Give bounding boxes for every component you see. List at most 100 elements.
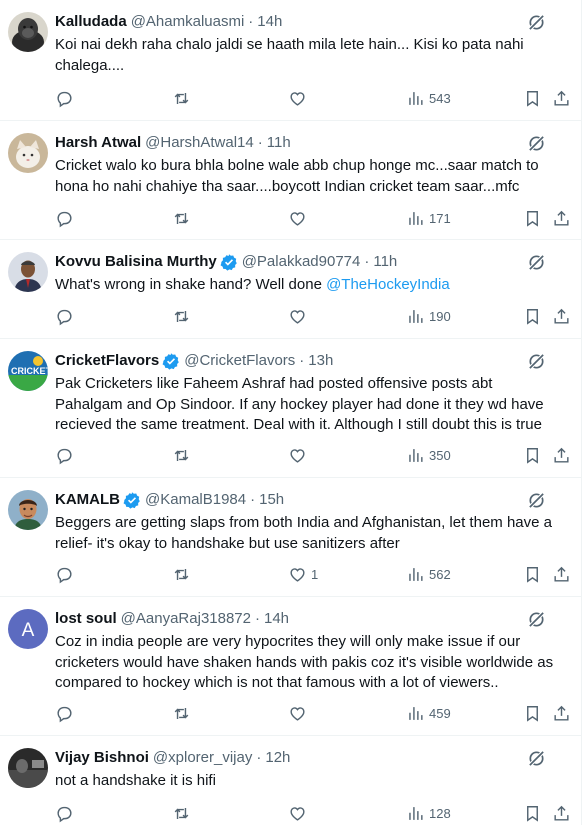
view-count: 459	[429, 705, 451, 721]
display-name[interactable]: Kovvu Balisina Murthy	[55, 252, 217, 272]
grok-icon[interactable]	[527, 352, 546, 371]
tweet[interactable]: CRICKET CricketFlavors @CricketFlavors ·…	[0, 339, 582, 478]
reply-button[interactable]	[55, 305, 74, 327]
tweet-text: Coz in india people are very hypocrites …	[55, 632, 575, 694]
avatar[interactable]	[8, 133, 48, 173]
display-name[interactable]: lost soul	[55, 609, 117, 629]
views-icon	[409, 309, 423, 323]
views-button[interactable]: 190	[406, 305, 451, 327]
share-button[interactable]	[552, 207, 571, 229]
display-name[interactable]: Harsh Atwal	[55, 133, 141, 153]
like-button[interactable]	[288, 305, 311, 327]
repost-button[interactable]	[172, 563, 191, 585]
views-button[interactable]: 543	[406, 87, 451, 109]
avatar[interactable]	[8, 748, 48, 788]
bookmark-button[interactable]	[523, 87, 542, 109]
mention-link[interactable]: @TheHockeyIndia	[326, 276, 450, 293]
verified-badge-icon	[220, 254, 237, 271]
views-button[interactable]: 128	[406, 802, 451, 824]
tweet[interactable]: A lost soul @AanyaRaj318872 · 14h Coz in…	[0, 597, 582, 736]
avatar[interactable]	[8, 252, 48, 292]
views-button[interactable]: 350	[406, 444, 451, 466]
grok-icon[interactable]	[527, 13, 546, 32]
display-name[interactable]: CricketFlavors	[55, 351, 159, 371]
timestamp[interactable]: 11h	[373, 252, 397, 272]
reply-button[interactable]	[55, 802, 74, 824]
repost-button[interactable]	[172, 702, 191, 724]
handle[interactable]: @KamalB1984	[145, 490, 246, 510]
reply-button[interactable]	[55, 444, 74, 466]
repost-button[interactable]	[172, 207, 191, 229]
avatar[interactable]	[8, 12, 48, 52]
grok-icon[interactable]	[527, 749, 546, 768]
man-suit-avatar-image	[8, 252, 48, 292]
bookmark-button[interactable]	[523, 305, 542, 327]
tweet[interactable]: Vijay Bishnoi @xplorer_vijay · 12h not a…	[0, 736, 582, 825]
timestamp[interactable]: 14h	[257, 12, 282, 32]
timestamp[interactable]: 13h	[308, 351, 333, 371]
tweet[interactable]: KAMALB @KamalB1984 · 15h Beggers are get…	[0, 478, 582, 597]
like-button[interactable]: 1	[288, 563, 318, 585]
handle[interactable]: @AanyaRaj318872	[121, 609, 251, 629]
like-button[interactable]	[288, 702, 311, 724]
repost-button[interactable]	[172, 802, 191, 824]
bookmark-button[interactable]	[523, 563, 542, 585]
views-button[interactable]: 171	[406, 207, 451, 229]
display-name[interactable]: KAMALB	[55, 490, 120, 510]
views-button[interactable]: 459	[406, 702, 451, 724]
display-name[interactable]: Kalludada	[55, 12, 127, 32]
avatar[interactable]	[8, 490, 48, 530]
share-button[interactable]	[552, 563, 571, 585]
like-button[interactable]	[288, 444, 311, 466]
grok-icon[interactable]	[527, 491, 546, 510]
reply-button[interactable]	[55, 563, 74, 585]
handle[interactable]: @Palakkad90774	[242, 252, 361, 272]
tweet-text-line: Pahalgam and Op Sindoor. If any hockey p…	[55, 395, 544, 413]
share-button[interactable]	[552, 87, 571, 109]
tweet-text-line: Coz in india people are very hypocrites …	[55, 633, 521, 650]
reply-icon	[57, 448, 72, 464]
tweet[interactable]: Kovvu Balisina Murthy @Palakkad90774 · 1…	[0, 240, 582, 339]
handle[interactable]: @xplorer_vijay	[153, 748, 252, 768]
bookmark-button[interactable]	[523, 207, 542, 229]
repost-button[interactable]	[172, 444, 191, 466]
handle[interactable]: @HarshAtwal14	[145, 133, 254, 153]
reply-button[interactable]	[55, 702, 74, 724]
avatar[interactable]: CRICKET	[8, 351, 48, 391]
handle[interactable]: @CricketFlavors	[184, 351, 295, 371]
avatar[interactable]: A	[8, 609, 48, 649]
share-button[interactable]	[552, 702, 571, 724]
cat-avatar-image	[8, 133, 48, 173]
tweet[interactable]: Harsh Atwal @HarshAtwal14 · 11h Cricket …	[0, 121, 582, 240]
timestamp[interactable]: 14h	[264, 609, 289, 629]
grok-icon[interactable]	[527, 253, 546, 272]
tweet-actions: 171	[55, 207, 582, 229]
display-name[interactable]: Vijay Bishnoi	[55, 748, 149, 768]
grok-icon[interactable]	[527, 134, 546, 153]
like-button[interactable]	[288, 207, 311, 229]
views-button[interactable]: 562	[406, 563, 451, 585]
tweet[interactable]: Kalludada @Ahamkaluasmi · 14h Koi nai de…	[0, 0, 582, 121]
share-button[interactable]	[552, 444, 571, 466]
bookmark-button[interactable]	[523, 444, 542, 466]
bookmark-button[interactable]	[523, 702, 542, 724]
repost-button[interactable]	[172, 87, 191, 109]
timestamp[interactable]: 12h	[265, 748, 290, 768]
share-button[interactable]	[552, 802, 571, 824]
timestamp[interactable]: 11h	[267, 133, 291, 153]
bookmark-button[interactable]	[523, 802, 542, 824]
like-button[interactable]	[288, 802, 311, 824]
view-count: 171	[429, 210, 451, 226]
reply-button[interactable]	[55, 207, 74, 229]
reply-button[interactable]	[55, 87, 74, 109]
view-count: 543	[429, 90, 451, 106]
handle[interactable]: @Ahamkaluasmi	[131, 12, 245, 32]
repost-icon	[174, 807, 189, 819]
share-button[interactable]	[552, 305, 571, 327]
like-button[interactable]	[288, 87, 311, 109]
repost-button[interactable]	[172, 305, 191, 327]
tweet-actions: 350	[55, 444, 582, 466]
reply-icon	[57, 706, 72, 722]
timestamp[interactable]: 15h	[259, 490, 284, 510]
grok-icon[interactable]	[527, 610, 546, 629]
